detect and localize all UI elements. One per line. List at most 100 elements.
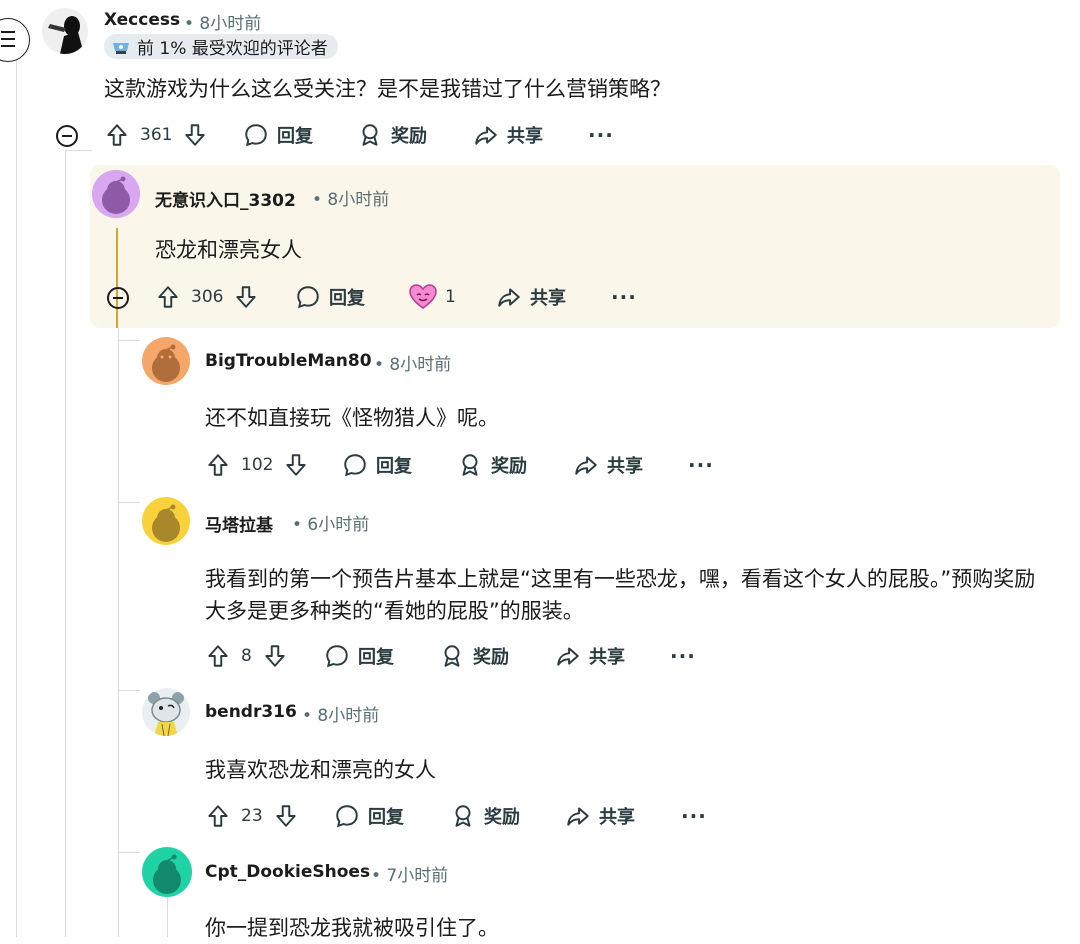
reply-button[interactable]: 回复 xyxy=(324,643,394,669)
hamburger-menu-button[interactable] xyxy=(0,18,30,62)
comment-text: 我看到的第一个预告片基本上就是“这里有一些恐龙，嘿，看看这个女人的屁股。”预购奖… xyxy=(205,567,1036,623)
reply-label: 回复 xyxy=(358,647,394,668)
avatar[interactable] xyxy=(42,8,88,54)
downvote-icon[interactable] xyxy=(262,643,288,669)
collapse-thread-button[interactable] xyxy=(56,125,78,147)
username[interactable]: BigTroubleMan80 xyxy=(205,351,372,371)
reply-label: 回复 xyxy=(376,456,412,477)
share-button[interactable]: 共享 xyxy=(565,803,635,829)
reply-button[interactable]: 回复 xyxy=(342,452,412,478)
reply-button[interactable]: 回复 xyxy=(243,122,313,148)
more-options-button[interactable]: ··· xyxy=(688,453,714,477)
comment-text: 恐龙和漂亮女人 xyxy=(155,238,302,262)
vote-count: 23 xyxy=(241,806,263,826)
heart-eyes-award-icon xyxy=(409,284,437,310)
avatar[interactable] xyxy=(142,688,190,736)
comment-icon xyxy=(342,452,368,478)
downvote-icon[interactable] xyxy=(273,803,299,829)
hamburger-menu-icon xyxy=(1,31,15,47)
comment-icon xyxy=(243,122,269,148)
comment-text: 你一提到恐龙我就被吸引住了。 xyxy=(205,916,499,940)
timestamp[interactable]: • 7小时前 xyxy=(371,861,448,886)
vote-count: 361 xyxy=(140,125,173,145)
comment-text: 我喜欢恐龙和漂亮的女人 xyxy=(205,758,436,782)
award-icon xyxy=(439,643,465,669)
share-label: 共享 xyxy=(599,807,635,828)
share-button[interactable]: 共享 xyxy=(473,122,543,148)
share-icon xyxy=(473,122,499,148)
downvote-icon[interactable] xyxy=(182,122,208,148)
reply-label: 回复 xyxy=(368,807,404,828)
award-label: 奖励 xyxy=(391,126,427,147)
username[interactable]: 马塔拉基 xyxy=(205,511,273,536)
share-label: 共享 xyxy=(589,647,625,668)
reply-button[interactable]: 回复 xyxy=(334,803,404,829)
award-button[interactable]: 1 xyxy=(409,284,466,310)
avatar[interactable] xyxy=(92,170,140,218)
more-options-button[interactable]: ··· xyxy=(611,285,637,309)
upvote-icon[interactable] xyxy=(205,643,231,669)
top-commenter-badge: 前 1% 最受欢迎的评论者 xyxy=(104,34,338,59)
upvote-icon[interactable] xyxy=(205,803,231,829)
vote-bar: 8 xyxy=(205,643,288,669)
more-options-button[interactable]: ··· xyxy=(681,804,707,828)
upvote-icon[interactable] xyxy=(155,284,181,310)
reply-label: 回复 xyxy=(329,288,365,309)
username[interactable]: bendr316 xyxy=(205,702,297,722)
trophy-icon xyxy=(112,40,130,54)
timestamp[interactable]: • 6小时前 xyxy=(292,510,369,535)
comment-text: 还不如直接玩《怪物猎人》呢。 xyxy=(205,406,499,430)
award-label: 奖励 xyxy=(484,807,520,828)
username[interactable]: Cpt_DookieShoes xyxy=(205,862,370,882)
award-button[interactable]: 奖励 xyxy=(457,452,527,478)
award-button[interactable]: 奖励 xyxy=(450,803,520,829)
share-button[interactable]: 共享 xyxy=(496,284,566,310)
badge-label: 前 1% 最受欢迎的评论者 xyxy=(137,39,328,59)
share-label: 共享 xyxy=(507,126,543,147)
vote-count: 102 xyxy=(241,455,274,475)
share-button[interactable]: 共享 xyxy=(573,452,643,478)
award-label: 奖励 xyxy=(491,456,527,477)
vote-count: 8 xyxy=(241,646,252,666)
award-count: 1 xyxy=(445,287,456,307)
share-label: 共享 xyxy=(530,288,566,309)
award-button[interactable]: 奖励 xyxy=(357,122,427,148)
collapse-thread-button[interactable] xyxy=(107,287,129,309)
reply-label: 回复 xyxy=(277,126,313,147)
more-options-button[interactable]: ··· xyxy=(670,644,696,668)
award-button[interactable]: 奖励 xyxy=(439,643,509,669)
avatar[interactable] xyxy=(142,847,192,897)
vote-bar: 361 xyxy=(104,122,208,148)
award-label: 奖励 xyxy=(473,647,509,668)
share-icon xyxy=(573,452,599,478)
timestamp[interactable]: • 8小时前 xyxy=(312,185,389,210)
timestamp[interactable]: • 8小时前 xyxy=(374,350,451,375)
upvote-icon[interactable] xyxy=(104,122,130,148)
share-icon xyxy=(565,803,591,829)
share-label: 共享 xyxy=(607,456,643,477)
comment-text: 这款游戏为什么这么受关注？是不是我错过了什么营销策略？ xyxy=(104,77,671,101)
highlight-bar xyxy=(116,228,118,328)
award-icon xyxy=(357,122,383,148)
vote-bar: 306 xyxy=(155,284,259,310)
reply-button[interactable]: 回复 xyxy=(295,284,365,310)
vote-count: 306 xyxy=(191,287,224,307)
more-options-button[interactable]: ··· xyxy=(588,123,614,147)
downvote-icon[interactable] xyxy=(283,452,309,478)
timestamp[interactable]: • 8小时前 xyxy=(302,701,379,726)
share-icon xyxy=(496,284,522,310)
avatar[interactable] xyxy=(142,337,190,385)
downvote-icon[interactable] xyxy=(233,284,259,310)
comment-icon xyxy=(324,643,350,669)
share-icon xyxy=(555,643,581,669)
avatar[interactable] xyxy=(142,497,190,545)
award-icon xyxy=(450,803,476,829)
vote-bar: 102 xyxy=(205,452,309,478)
username[interactable]: 无意识入口_3302 xyxy=(155,186,296,211)
username[interactable]: Xeccess xyxy=(104,10,180,30)
comment-icon xyxy=(295,284,321,310)
vote-bar: 23 xyxy=(205,803,299,829)
share-button[interactable]: 共享 xyxy=(555,643,625,669)
timestamp[interactable]: • 8小时前 xyxy=(184,9,261,34)
upvote-icon[interactable] xyxy=(205,452,231,478)
